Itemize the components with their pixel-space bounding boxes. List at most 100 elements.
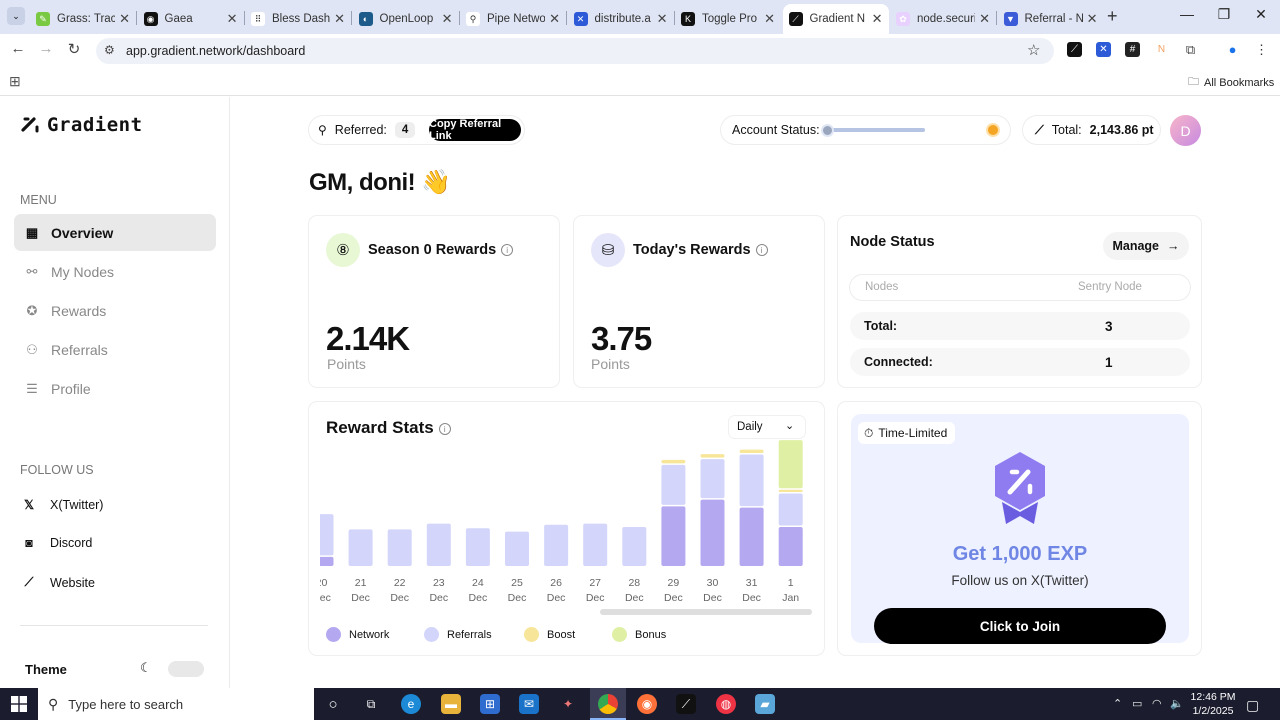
chart-scrollbar[interactable] [600,609,812,615]
tab-close-icon[interactable]: ✕ [549,11,560,27]
period-select[interactable]: Daily ⌄ [729,416,805,438]
browser-menu-icon[interactable]: ⋮ [1254,42,1269,57]
bar-referrals[interactable] [465,528,490,566]
bar-referrals[interactable] [348,529,373,566]
bar-bonus[interactable] [778,440,803,489]
bar-boost[interactable] [661,459,686,464]
browser-tab[interactable]: K Toggle Pro ✕ [675,4,781,34]
bar-network[interactable] [310,556,334,566]
mail-icon[interactable]: ✉ [519,694,539,714]
file-explorer-icon[interactable]: ▬ [441,694,461,714]
site-info-icon[interactable]: ⚙ [104,43,115,57]
sidebar-item-referrals[interactable]: ⚇ Referrals [14,331,216,368]
tab-close-icon[interactable]: ✕ [657,11,668,27]
bar-boost[interactable] [778,489,803,492]
extension-distribute-icon[interactable]: ✕ [1096,42,1111,57]
legend-item-bonus[interactable]: Bonus [612,627,666,642]
app2-icon[interactable]: ◍ [716,694,736,714]
app3-icon[interactable]: ▰ [755,694,775,714]
bar-referrals[interactable] [544,524,569,566]
tray-network-icon[interactable]: ◠ [1152,697,1162,710]
info-icon[interactable]: i [755,244,768,257]
bar-referrals[interactable] [778,493,803,526]
all-bookmarks-button[interactable]: 🗀 All Bookmarks [1188,73,1274,92]
profile-icon[interactable]: ● [1225,42,1240,57]
apps-grid-icon[interactable]: ⊞ [9,73,21,90]
task-view-icon[interactable]: ⧉ [361,694,381,714]
tab-close-icon[interactable]: ✕ [979,11,990,27]
forward-button[interactable]: → [36,40,56,57]
sidebar-item-rewards[interactable]: ✪ Rewards [14,292,216,329]
bar-network[interactable] [661,506,686,566]
maximize-button[interactable]: ❐ [1214,6,1234,23]
notifications-icon[interactable]: ▢ [1246,697,1259,714]
url-text[interactable]: app.gradient.network/dashboard [126,44,305,58]
manage-button[interactable]: Manage → [1103,232,1189,260]
tray-clock[interactable]: 12:46 PM 1/2/2025 [1188,690,1238,718]
bar-referrals[interactable] [387,529,412,566]
bar-referrals[interactable] [739,454,764,507]
tab-close-icon[interactable]: ✕ [119,11,130,27]
bar-referrals[interactable] [310,514,334,556]
extension-node-icon[interactable]: N [1154,42,1169,57]
tab-close-icon[interactable]: ✕ [442,11,453,27]
follow-link-discord[interactable]: ◙ Discord [22,536,92,550]
gradient-logo[interactable]: Gradient [21,114,143,136]
legend-item-referrals[interactable]: Referrals [424,627,492,642]
follow-link-website[interactable]: ⟋ Website [22,575,95,590]
tray-display-icon[interactable]: ▭ [1132,697,1142,710]
bar-network[interactable] [739,507,764,566]
store-icon[interactable]: ⊞ [480,694,500,714]
follow-link-x[interactable]: 𝕏 X(Twitter) [22,497,104,513]
click-to-join-button[interactable]: Click to Join [874,608,1166,644]
sidebar-item-profile[interactable]: ☰ Profile [14,370,216,407]
browser-tab[interactable]: ⠿ Bless Dashb✕ [245,4,351,34]
browser-tab[interactable]: ✎ Grass: Track✕ [30,4,136,34]
info-icon[interactable]: i [438,422,451,435]
bar-network[interactable] [778,527,803,566]
tray-chevron-icon[interactable]: ⌃ [1113,697,1122,710]
minimize-button[interactable]: — [1177,6,1197,22]
legend-item-boost[interactable]: Boost [524,627,575,642]
copy-referral-link-button[interactable]: Copy Referral Link [429,118,521,142]
extension-gradient-icon[interactable]: ⟋ [1067,42,1082,57]
browser-tab[interactable]: ⚲ Pipe Netwo ✕ [460,4,566,34]
tab-close-icon[interactable]: ✕ [1087,11,1098,27]
avatar[interactable]: D [1170,115,1201,146]
reload-button[interactable]: ↻ [64,40,84,58]
new-tab-button[interactable]: + [1107,6,1118,27]
browser-tab[interactable]: ✿ node.securi ✕ [890,4,996,34]
taskbar-search-box[interactable]: ⚲ Type here to search [38,688,314,720]
gradient-app-icon[interactable]: ⟋ [676,694,696,714]
firefox-icon[interactable]: ◉ [637,694,657,714]
extension-toggle-icon[interactable]: # [1125,42,1140,57]
legend-item-network[interactable]: Network [326,627,389,642]
bar-referrals[interactable] [622,527,647,566]
edge-icon[interactable]: e [401,694,421,714]
browser-tab[interactable]: ◐ OpenLoop ✕ [353,4,459,34]
tab-close-icon[interactable]: ✕ [872,11,883,27]
sidebar-item-my-nodes[interactable]: ⚯ My Nodes [14,253,216,290]
bar-boost[interactable] [739,449,764,454]
browser-tab[interactable]: ⟋ Gradient N ✕ [782,4,889,34]
theme-toggle[interactable] [168,661,204,677]
bar-referrals[interactable] [583,523,608,566]
window-close-button[interactable]: ✕ [1251,6,1271,23]
start-button[interactable] [0,688,38,720]
bar-referrals[interactable] [700,459,725,499]
extensions-puzzle-icon[interactable]: ⧉ [1183,42,1198,57]
info-icon[interactable]: i [501,244,514,257]
cortana-icon[interactable]: ○ [323,694,343,714]
bar-referrals[interactable] [426,523,451,566]
bookmark-star-icon[interactable]: ☆ [1027,41,1040,59]
tab-search-button[interactable]: ⌄ [7,7,25,25]
tab-close-icon[interactable]: ✕ [764,11,775,27]
bar-referrals[interactable] [505,531,529,566]
app-icon[interactable]: ✦ [558,694,578,714]
browser-tab[interactable]: ◉ Gaea ✕ [138,4,244,34]
back-button[interactable]: ← [8,40,28,57]
bar-boost[interactable] [700,454,725,458]
sidebar-item-overview[interactable]: ▦ Overview [14,214,216,251]
tab-close-icon[interactable]: ✕ [334,11,345,27]
bar-referrals[interactable] [661,464,686,505]
